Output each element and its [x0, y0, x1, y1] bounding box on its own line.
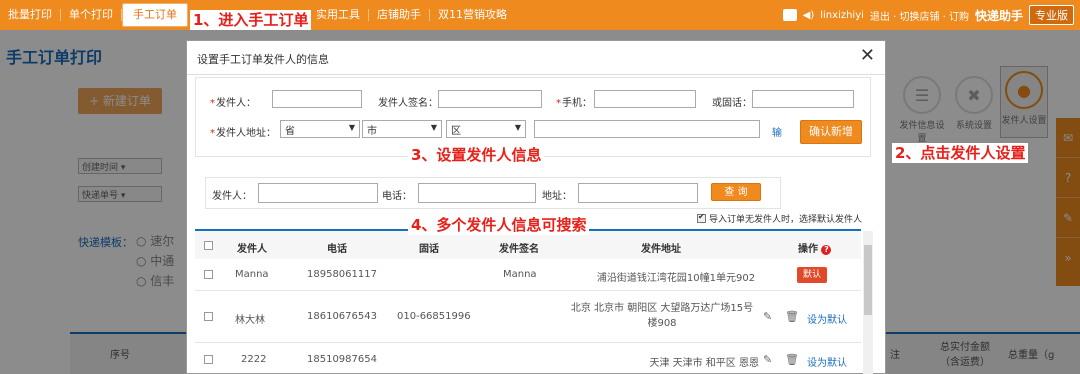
table-row: 2222 18510987654 天津 天津市 和平区 恩恩 ✎ 🗑 设为默认: [195, 343, 861, 374]
nav-double11[interactable]: 双11营销攻略: [430, 9, 515, 21]
col-phone: 电话: [327, 244, 347, 255]
search-address-input[interactable]: [578, 183, 698, 203]
top-navigation-bar: 批量打印 单个打印 手工订单 实用工具 店铺助手 双11营销攻略 ◀) linx…: [0, 0, 1080, 30]
cell-address: 北京 北京市 朝阳区 大望路万达广场15号楼908: [570, 303, 754, 329]
col-action-label: 操作: [798, 244, 818, 255]
sender-label: *发件人：: [210, 98, 256, 109]
row-checkbox[interactable]: [204, 312, 213, 321]
dialog-title: 设置手工订单发件人的信息: [197, 53, 329, 66]
col-tel: 固话: [419, 244, 439, 255]
cell-phone: 18610676543: [307, 311, 377, 322]
default-sender-checkbox[interactable]: 导入订单无发件人时，选择默认发件人: [697, 212, 862, 225]
cell-sign: Manna: [503, 269, 537, 280]
label-text: 发件人地址：: [216, 128, 276, 139]
nav-single-print[interactable]: 单个打印: [61, 9, 122, 21]
checkbox-label: 导入订单无发件人时，选择默认发件人: [709, 215, 863, 225]
col-address: 发件地址: [641, 244, 681, 255]
confirm-add-button[interactable]: 确认新增: [800, 120, 862, 144]
cell-tel: 010-66851996: [397, 311, 471, 322]
nav-manual-order[interactable]: 手工订单: [122, 3, 188, 27]
dropdown-arrow-icon: ▼: [348, 123, 355, 132]
city-select[interactable]: 市 ▼: [362, 120, 442, 138]
edit-icon[interactable]: ✎: [763, 310, 772, 323]
search-button[interactable]: 查 询: [711, 183, 761, 201]
checkbox-icon: [697, 212, 706, 223]
col-sign: 发件签名: [499, 244, 539, 255]
label-text: 手机：: [562, 98, 592, 109]
sender-search-bar: 发件人： 电话： 地址：: [205, 177, 781, 209]
cell-address: 浦沿街道钱江湾花园10幢1单元902: [596, 273, 756, 284]
district-select[interactable]: 区 ▼: [446, 120, 526, 138]
trash-icon[interactable]: 🗑: [785, 353, 799, 366]
sender-table: 发件人 电话 固话 发件签名 发件地址 操作 ? Manna 189580611…: [195, 229, 861, 374]
default-tag: 默认: [797, 267, 827, 283]
phone-label: 或固话：: [712, 98, 752, 109]
address-label: *发件人地址：: [210, 128, 276, 139]
trash-icon[interactable]: 🗑: [785, 310, 799, 323]
phone-input[interactable]: [752, 90, 854, 108]
set-default-link[interactable]: 设为默认: [807, 354, 847, 369]
sender-input[interactable]: [272, 90, 362, 108]
sender-sign-label: 发件人签名：: [378, 98, 438, 109]
brand-logo: 快递助手: [974, 8, 1023, 23]
col-sender: 发件人: [237, 244, 267, 255]
select-all-checkbox[interactable]: [204, 241, 213, 250]
mobile-input[interactable]: [594, 90, 696, 108]
topbar-user-area: ◀) linxizhiyi 退出 · 切换店铺 · 订购 快递助手 专业版: [782, 0, 1074, 30]
select-value: 区: [451, 126, 461, 137]
search-sender-label: 发件人：: [212, 191, 252, 202]
cell-phone: 18958061117: [307, 269, 377, 280]
nav-shop-assistant[interactable]: 店铺助手: [369, 9, 430, 21]
cell-address: 天津 天津市 和平区 恩恩: [649, 358, 759, 369]
table-scrollbar[interactable]: [863, 231, 873, 374]
annotation-step-1: 1、进入手工订单: [190, 10, 312, 30]
col-action: 操作 ?: [798, 240, 832, 255]
account-links[interactable]: 退出 · 切换店铺 · 订购: [870, 8, 969, 23]
search-address-label: 地址：: [542, 191, 572, 202]
download-icon[interactable]: [782, 9, 797, 21]
sound-icon[interactable]: ◀): [803, 10, 815, 21]
row-checkbox[interactable]: [204, 355, 213, 364]
province-select[interactable]: 省 ▼: [280, 120, 360, 138]
cell-phone: 18510987654: [307, 354, 377, 365]
select-value: 市: [367, 126, 377, 137]
username[interactable]: linxizhiyi: [820, 10, 864, 21]
dropdown-arrow-icon: ▼: [430, 123, 437, 132]
cell-sender: 2222: [241, 354, 267, 365]
dropdown-arrow-icon: ▼: [514, 123, 521, 132]
select-value: 省: [285, 126, 295, 137]
table-row: 林大林 18610676543 010-66851996 北京 北京市 朝阳区 …: [195, 291, 861, 343]
input-hint[interactable]: 输: [772, 124, 782, 139]
search-phone-input[interactable]: [418, 183, 536, 203]
annotation-step-3: 3、设置发件人信息: [408, 145, 545, 165]
cell-sender: Manna: [235, 269, 269, 280]
close-icon[interactable]: ✕: [860, 46, 875, 66]
mobile-label: *手机：: [556, 98, 592, 109]
nav-batch-print[interactable]: 批量打印: [0, 9, 61, 21]
search-sender-input[interactable]: [258, 183, 378, 203]
question-icon[interactable]: ?: [821, 245, 832, 255]
edit-icon[interactable]: ✎: [763, 353, 772, 366]
table-row: Manna 18958061117 Manna 浦沿街道钱江湾花园10幢1单元9…: [195, 259, 861, 291]
annotation-step-4: 4、多个发件人信息可搜索: [408, 215, 590, 235]
annotation-step-2: 2、点击发件人设置: [892, 143, 1029, 163]
scrollbar-thumb[interactable]: [864, 245, 872, 315]
edition-badge: 专业版: [1029, 5, 1074, 25]
dialog-header: 设置手工订单发件人的信息 ✕: [187, 41, 885, 75]
address-detail-input[interactable]: [534, 120, 760, 138]
search-phone-label: 电话：: [382, 191, 412, 202]
cell-sender: 林大林: [235, 315, 265, 326]
row-checkbox[interactable]: [204, 270, 213, 279]
label-text: 发件人：: [216, 98, 256, 109]
sender-sign-input[interactable]: [438, 90, 542, 108]
nav-tools[interactable]: 实用工具: [308, 9, 369, 21]
sender-settings-dialog: 设置手工订单发件人的信息 ✕ *发件人： 发件人签名： *手机： 或固话： *发…: [186, 40, 886, 374]
set-default-link[interactable]: 设为默认: [807, 311, 847, 326]
